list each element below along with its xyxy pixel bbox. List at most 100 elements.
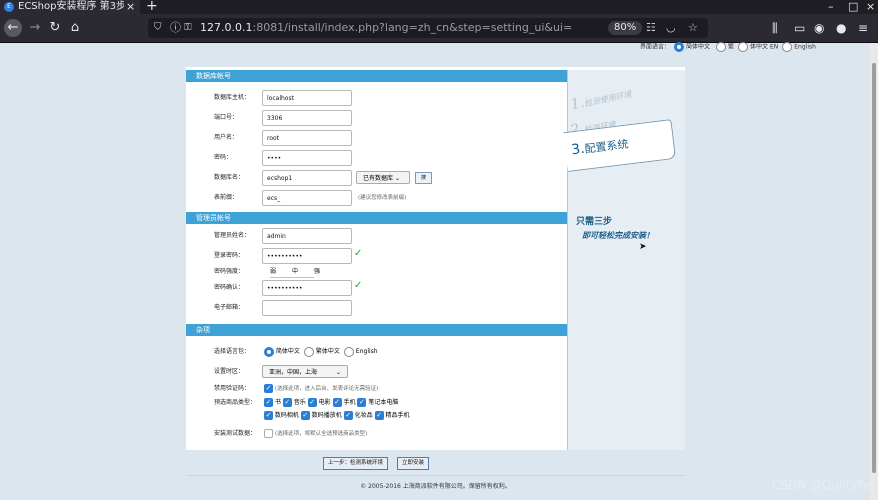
goods-type-player-label: 数码播放机 <box>311 412 342 419</box>
db-port-input[interactable]: 3306 <box>262 110 352 126</box>
close-tab-icon[interactable]: × <box>126 0 135 14</box>
prev-step-button[interactable]: 上一步：检测系统环境 <box>323 457 389 470</box>
grid-icon[interactable]: ☷ <box>646 18 656 38</box>
slogan-line-1: 只需三步 <box>576 217 613 227</box>
key-icon[interactable]: ⚿ <box>184 18 192 38</box>
test-data-checkbox[interactable]: (选择此项，将默认全选预选商品类型) <box>264 424 367 444</box>
browser-tab[interactable]: E ECShop安装程序 第3步 × <box>0 0 140 14</box>
step-3-label: 配置系统 <box>583 137 630 156</box>
home-icon[interactable]: ⌂ <box>66 19 84 37</box>
db-name-input[interactable]: ecshop1 <box>262 170 352 186</box>
goods-type-premium-phone-label: 精品手机 <box>385 412 410 419</box>
lang-pack-tc-label: 繁体中文 <box>315 348 340 355</box>
minimize-icon[interactable]: – <box>828 0 834 14</box>
lang-opt-tc-1: 繁 <box>728 43 735 51</box>
pass-ok-check-icon: ✓ <box>354 248 363 259</box>
lang-pack-tc[interactable]: 繁体中文 <box>304 342 340 362</box>
chevron-down-icon: ⌄ <box>394 175 400 182</box>
lang-opt-en-code: EN <box>769 43 779 51</box>
goods-type-label: 预选商品类型： <box>214 399 257 406</box>
goods-type-phone[interactable]: ✓ 手机 <box>332 398 356 407</box>
goods-type-laptop[interactable]: ✓ 笔记本电脑 <box>357 398 398 407</box>
lang-radio-sc[interactable] <box>674 42 685 52</box>
goods-type-camera[interactable]: ✓ 数码相机 <box>264 411 299 420</box>
goods-type-movie-label: 电影 <box>318 399 331 406</box>
settings-form: 数据库帐号 数据库主机： localhost 端口号： 3306 用户名： root … <box>186 70 567 444</box>
admin-pass-label: 登录密码： <box>214 252 245 259</box>
lang-pack-sc[interactable]: 简体中文 <box>264 342 300 362</box>
scrollbar-thumb[interactable] <box>872 63 876 473</box>
checkbox-checked-icon: ✓ <box>374 411 384 420</box>
admin-name-input[interactable]: admin <box>262 228 352 244</box>
reload-icon[interactable]: ↻ <box>46 19 64 37</box>
account-icon[interactable]: ◉ <box>814 14 824 42</box>
new-tab-icon[interactable]: + <box>146 0 158 14</box>
install-now-button[interactable]: 立即安装 <box>397 457 430 470</box>
confirm-ok-check-icon: ✓ <box>354 280 363 291</box>
test-data-label: 安装测试数据： <box>214 430 257 437</box>
admin-confirm-input[interactable]: •••••••••• <box>262 280 352 296</box>
db-pass-input[interactable]: •••• <box>262 150 352 166</box>
lang-opt-en: English <box>794 43 816 51</box>
maximize-icon[interactable]: □ <box>848 0 858 14</box>
address-bar[interactable]: ⛉ ⓘ ⚿ 127.0.0.1:8081/install/index.php?l… <box>148 18 708 38</box>
pocket-icon[interactable]: ◡ <box>666 18 676 38</box>
checkbox-checked-icon: ✓ <box>307 398 317 407</box>
db-prefix-input[interactable]: ecs_ <box>262 190 352 206</box>
steps-panel: 1.检测使用环境 2.检测环境 3.配置系统 只需三步 即可轻松完成安装！ ➤ <box>563 70 685 450</box>
goods-type-premium-phone[interactable]: ✓ 精品手机 <box>374 411 410 420</box>
forward-icon[interactable]: → <box>26 19 44 37</box>
back-icon[interactable]: ← <box>4 19 22 37</box>
db-host-input[interactable]: localhost <box>262 90 352 106</box>
db-user-input[interactable]: root <box>262 130 352 146</box>
sidebar-icon[interactable]: ▭ <box>794 14 805 42</box>
chevron-down-icon: ⌄ <box>335 369 341 376</box>
goods-type-book[interactable]: ✓ 书 <box>264 398 281 407</box>
checkbox-checked-icon: ✓ <box>264 398 273 407</box>
url-text[interactable]: 127.0.0.1:8081/install/index.php?lang=zh… <box>200 18 572 38</box>
step-3: 3.配置系统 <box>570 135 629 158</box>
lang-pack-label: 选择语言包： <box>214 348 251 355</box>
admin-section-title: 管理员帐号 <box>186 212 567 224</box>
lang-opt-sc: 简体中文 <box>686 43 711 51</box>
zoom-level[interactable]: 80% <box>608 21 643 35</box>
menu-icon[interactable]: ≡ <box>858 14 868 42</box>
lang-radio-en[interactable] <box>782 42 793 52</box>
admin-email-input[interactable] <box>262 300 352 316</box>
goods-type-music[interactable]: ✓ 音乐 <box>282 398 306 407</box>
checkbox-checked-icon: ✓ <box>264 411 273 420</box>
db-prefix-hint: (建议您修改表前缀) <box>358 195 407 201</box>
step-1: 1.检测使用环境 <box>569 82 633 114</box>
url-host: 127.0.0.1 <box>200 21 253 34</box>
csdn-watermark: CSDN @GuiltyFet <box>772 478 876 492</box>
info-icon[interactable]: ⓘ <box>170 18 181 38</box>
lang-radio-tc2[interactable] <box>738 42 749 52</box>
timezone-select[interactable]: 亚洲，中国，上海 ⌄ <box>262 365 348 378</box>
lang-label: 界面语言： <box>640 43 671 51</box>
close-window-icon[interactable]: × <box>866 0 875 14</box>
library-icon[interactable]: ⫼ <box>772 14 778 42</box>
admin-email-label: 电子邮箱： <box>214 304 245 311</box>
ecshop-favicon: E <box>4 2 14 12</box>
goods-type-player[interactable]: ✓ 数码播放机 <box>300 411 342 420</box>
goods-type-cosmetics[interactable]: ✓ 化妆品 <box>343 411 373 420</box>
lang-pack-en-label: English <box>355 348 378 355</box>
goods-type-cosmetics-label: 化妆品 <box>354 412 373 419</box>
search-db-button[interactable]: 搜 <box>415 172 432 184</box>
captcha-hint: (选择此项，进入后台、发表评论无需验证) <box>274 386 379 392</box>
copyright-footer: © 2005-2016 上海商派软件有限公司。保留所有权利。 <box>186 475 685 498</box>
goods-type-movie[interactable]: ✓ 电影 <box>307 398 331 407</box>
bookmark-star-icon[interactable]: ☆ <box>688 18 698 38</box>
existing-db-dropdown[interactable]: 已有数据库 ⌄ <box>356 171 410 184</box>
shield-icon[interactable]: ⛉ <box>154 18 162 38</box>
lang-radio-tc[interactable] <box>716 42 727 52</box>
vertical-scrollbar[interactable] <box>870 43 878 500</box>
admin-pass-input[interactable]: •••••••••• <box>262 248 352 264</box>
tab-bar: E ECShop安装程序 第3步 × + – □ × <box>0 0 878 14</box>
db-port-label: 端口号： <box>214 114 239 121</box>
extension-icon[interactable]: ● <box>836 14 846 42</box>
captcha-checkbox[interactable]: ✓ (选择此项，进入后台、发表评论无需验证) <box>264 382 378 396</box>
lang-pack-en[interactable]: English <box>344 342 378 362</box>
checkbox-checked-icon: ✓ <box>282 398 292 407</box>
db-user-label: 用户名： <box>214 134 239 141</box>
